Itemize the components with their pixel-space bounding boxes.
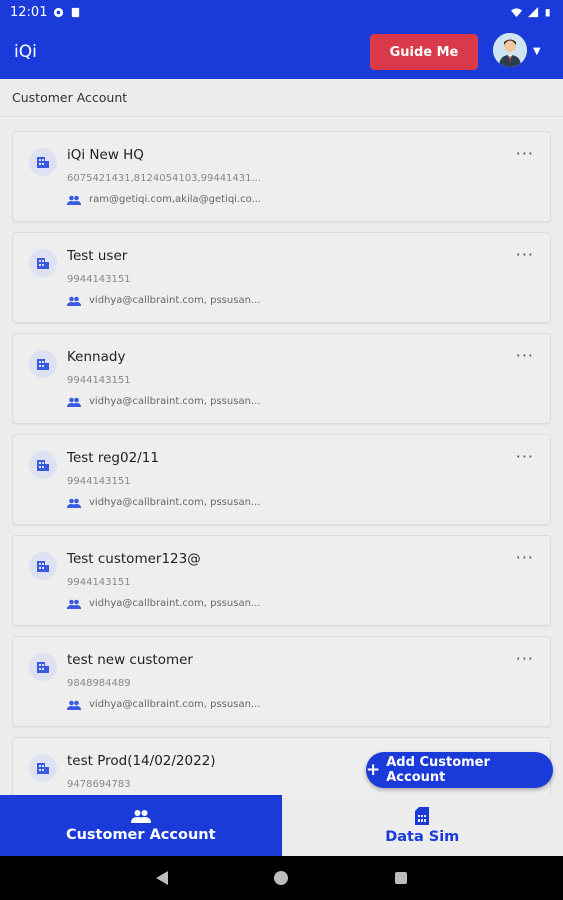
- building-icon: [29, 754, 57, 782]
- bottom-nav: Customer Account Data Sim: [0, 795, 563, 856]
- account-phone: 9478694783: [67, 779, 131, 790]
- app-bar: iQi Guide Me ▼: [0, 24, 563, 79]
- guide-me-button[interactable]: Guide Me: [370, 34, 478, 70]
- home-icon[interactable]: [274, 871, 288, 885]
- building-icon: [29, 249, 57, 277]
- account-phone: 9944143151: [67, 375, 131, 386]
- more-options-icon[interactable]: ···: [516, 144, 534, 163]
- account-name: Test customer123@: [67, 551, 201, 567]
- recent-apps-icon[interactable]: [395, 872, 407, 884]
- account-emails: vidhya@callbraint.com, pssusan...: [89, 699, 261, 710]
- status-time: 12:01: [10, 4, 48, 20]
- record-icon: [54, 7, 64, 17]
- account-name: Test user: [67, 248, 128, 264]
- list-item[interactable]: Kennady 9944143151 vidhya@callbraint.com…: [12, 333, 551, 424]
- sim-card-icon: [415, 806, 430, 825]
- account-name: test Prod(14/02/2022): [67, 753, 216, 769]
- account-phone: 9848984489: [67, 678, 131, 689]
- customer-account-list: iQi New HQ 6075421431,8124054103,9944143…: [0, 117, 563, 795]
- more-options-icon[interactable]: ···: [516, 548, 534, 567]
- account-phone: 9944143151: [67, 274, 131, 285]
- account-phone: 9944143151: [67, 476, 131, 487]
- account-emails: ram@getiqi.com,akila@getiqi.co...: [89, 194, 262, 205]
- battery-icon: [545, 8, 550, 16]
- clipboard-icon: [72, 7, 80, 17]
- tab-label: Customer Account: [65, 826, 216, 843]
- user-avatar-icon: [493, 33, 527, 67]
- wifi-icon: [511, 7, 522, 17]
- list-item[interactable]: Test user 9944143151 vidhya@callbraint.c…: [12, 232, 551, 323]
- group-icon: [130, 809, 151, 823]
- system-nav-bar: [0, 856, 563, 900]
- avatar-dropdown-icon[interactable]: ▼: [533, 46, 541, 57]
- tab-label: Data Sim: [385, 828, 460, 845]
- building-icon: [29, 350, 57, 378]
- more-options-icon[interactable]: ···: [516, 245, 534, 264]
- group-icon: [67, 599, 81, 609]
- account-emails: vidhya@callbraint.com, pssusan...: [89, 396, 261, 407]
- building-icon: [29, 148, 57, 176]
- signal-icon: [528, 6, 539, 17]
- more-options-icon[interactable]: ···: [516, 447, 534, 466]
- account-phone: 9944143151: [67, 577, 131, 588]
- back-icon[interactable]: [156, 871, 168, 885]
- building-icon: [29, 552, 57, 580]
- section-title: Customer Account: [0, 79, 563, 117]
- app-title: iQi: [14, 41, 37, 62]
- add-customer-account-button[interactable]: + Add Customer Account: [366, 752, 553, 788]
- avatar[interactable]: [493, 33, 527, 67]
- building-icon: [29, 451, 57, 479]
- account-name: Test reg02/11: [67, 450, 159, 466]
- group-icon: [67, 498, 81, 508]
- account-emails: vidhya@callbraint.com, pssusan...: [89, 497, 261, 508]
- list-item[interactable]: Test customer123@ 9944143151 vidhya@call…: [12, 535, 551, 626]
- account-emails: vidhya@callbraint.com, pssusan...: [89, 295, 261, 306]
- building-icon: [29, 653, 57, 681]
- group-icon: [67, 296, 81, 306]
- add-customer-account-label: Add Customer Account: [386, 755, 490, 785]
- account-name: Kennady: [67, 349, 126, 365]
- group-icon: [67, 397, 81, 407]
- list-item[interactable]: test new customer 9848984489 vidhya@call…: [12, 636, 551, 727]
- more-options-icon[interactable]: ···: [516, 649, 534, 668]
- account-emails: vidhya@callbraint.com, pssusan...: [89, 598, 261, 609]
- account-name: test new customer: [67, 652, 193, 668]
- account-phone: 6075421431,8124054103,99441431...: [67, 173, 262, 184]
- status-bar: 12:01: [0, 0, 563, 24]
- tab-customer-account[interactable]: Customer Account: [0, 795, 282, 856]
- plus-icon: +: [366, 759, 381, 780]
- list-item[interactable]: Test reg02/11 9944143151 vidhya@callbrai…: [12, 434, 551, 525]
- tab-data-sim[interactable]: Data Sim: [281, 795, 563, 856]
- more-options-icon[interactable]: ···: [516, 346, 534, 365]
- list-item[interactable]: iQi New HQ 6075421431,8124054103,9944143…: [12, 131, 551, 222]
- group-icon: [67, 700, 81, 710]
- account-name: iQi New HQ: [67, 147, 144, 163]
- group-icon: [67, 195, 81, 205]
